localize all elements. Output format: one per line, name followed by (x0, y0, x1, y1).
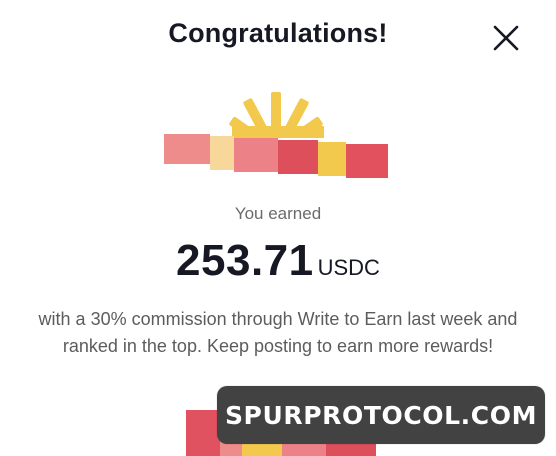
close-icon (493, 25, 519, 51)
gift-box-icon (164, 92, 388, 178)
reward-amount: 253.71 (176, 236, 314, 285)
watermark-text: SPURPROTOCOL.COM (224, 400, 538, 430)
close-button[interactable] (488, 20, 524, 56)
watermark-banner: SPURPROTOCOL.COM (217, 386, 545, 444)
reward-message: with a 30% commission through Write to E… (38, 309, 518, 356)
reward-amount-row: 253.71 USDC (0, 236, 556, 286)
dialog-title: Congratulations! (168, 18, 388, 48)
reward-dialog: Congratulations! You earned 253.71 USDC w… (0, 0, 556, 456)
reward-currency: USDC (317, 255, 380, 280)
earned-label: You earned (234, 204, 322, 223)
